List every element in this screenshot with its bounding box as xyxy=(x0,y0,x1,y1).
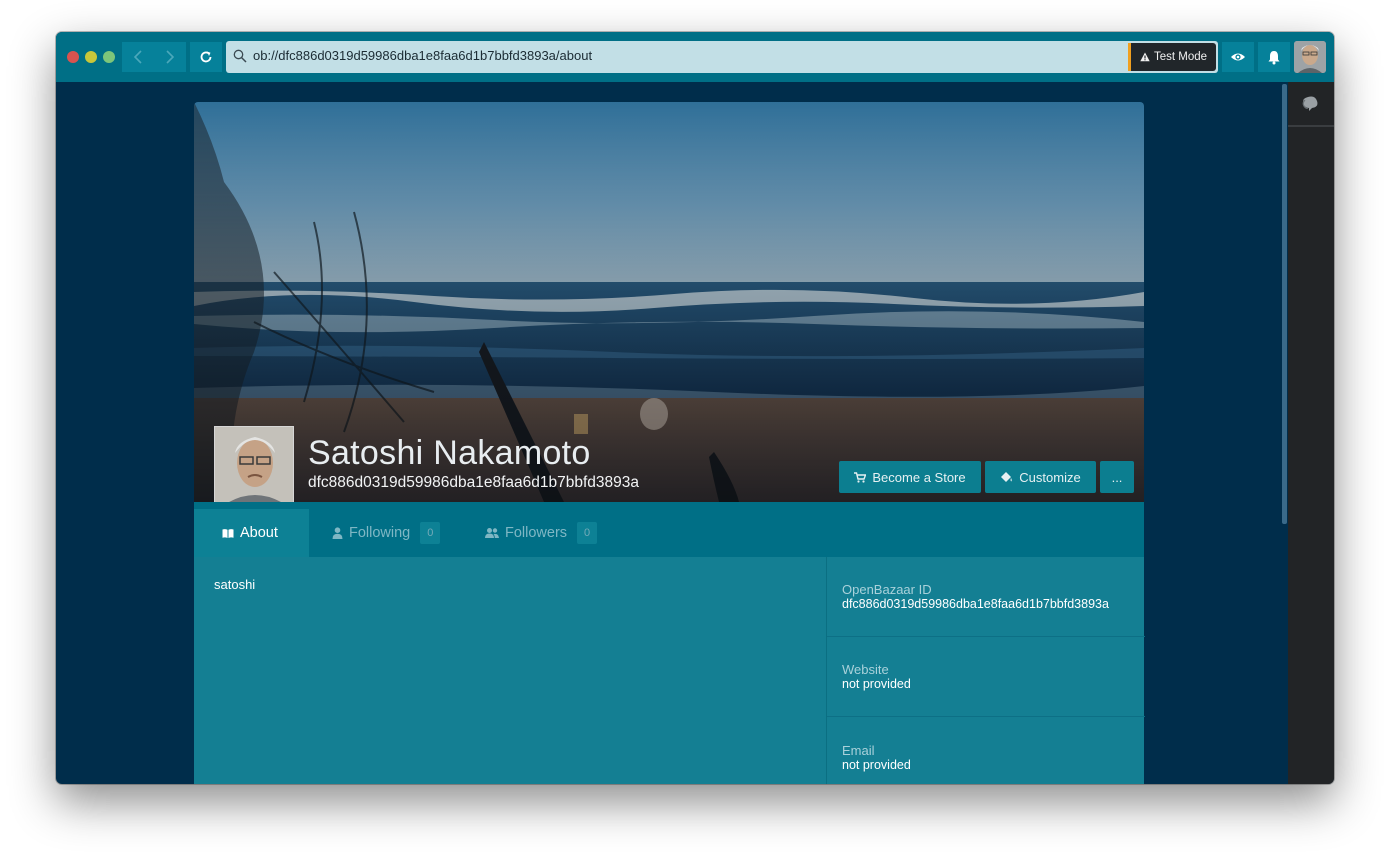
profile-header-banner: Satoshi Nakamoto dfc886d0319d59986dba1e8… xyxy=(194,102,1144,502)
test-mode-badge[interactable]: Test Mode xyxy=(1128,43,1216,71)
profile-name: Satoshi Nakamoto xyxy=(308,434,591,472)
about-text: satoshi xyxy=(214,577,256,592)
page-scrollbar[interactable] xyxy=(1282,84,1287,524)
become-store-button[interactable]: Become a Store xyxy=(839,461,981,493)
profile-peer-id: dfc886d0319d59986dba1e8faa6d1b7bbfd3893a xyxy=(308,474,640,491)
email-label: Email xyxy=(842,743,875,758)
website-label: Website xyxy=(842,662,889,677)
reload-button[interactable] xyxy=(190,42,222,72)
about-panel: satoshi xyxy=(194,557,826,784)
profile-details-panel: OpenBazaar ID dfc886d0319d59986dba1e8faa… xyxy=(826,557,1145,784)
avatar xyxy=(215,427,293,502)
tab-followers-label: Followers xyxy=(505,525,568,541)
notifications-button[interactable] xyxy=(1258,42,1290,72)
book-icon xyxy=(222,528,234,538)
openbazaar-id-section: OpenBazaar ID dfc886d0319d59986dba1e8faa… xyxy=(827,557,1145,637)
more-options-label: ... xyxy=(1111,469,1123,485)
become-store-label: Become a Store xyxy=(872,469,966,485)
top-bar: ob://dfc886d0319d59986dba1e8faa6d1b7bbfd… xyxy=(56,32,1334,82)
email-value: not provided xyxy=(842,758,911,772)
address-text[interactable]: ob://dfc886d0319d59986dba1e8faa6d1b7bbfd… xyxy=(253,48,592,63)
chat-sidebar xyxy=(1288,82,1334,784)
user-icon xyxy=(332,527,343,539)
tab-followers[interactable]: Followers 0 xyxy=(485,509,598,557)
cart-icon xyxy=(854,471,867,483)
address-bar[interactable]: ob://dfc886d0319d59986dba1e8faa6d1b7bbfd… xyxy=(226,41,1218,73)
minimize-window-button[interactable] xyxy=(85,51,97,63)
openbazaar-id-label: OpenBazaar ID xyxy=(842,582,932,597)
chat-button[interactable] xyxy=(1288,82,1334,127)
email-section: Email not provided xyxy=(827,718,1145,784)
followers-count-badge: 0 xyxy=(577,522,598,544)
avatar xyxy=(1294,41,1326,73)
paint-bucket-icon xyxy=(1001,472,1013,482)
maximize-window-button[interactable] xyxy=(103,51,115,63)
website-value: not provided xyxy=(842,677,911,691)
customize-button[interactable]: Customize xyxy=(985,461,1096,493)
bell-icon xyxy=(1268,50,1280,64)
tab-following[interactable]: Following 0 xyxy=(332,509,441,557)
following-count-badge: 0 xyxy=(420,522,441,544)
chevron-left-icon xyxy=(133,50,142,64)
website-section: Website not provided xyxy=(827,637,1145,717)
back-button[interactable] xyxy=(122,42,154,72)
openbazaar-id-value: dfc886d0319d59986dba1e8faa6d1b7bbfd3893a xyxy=(842,597,1109,611)
test-mode-label: Test Mode xyxy=(1153,51,1208,63)
users-icon xyxy=(485,528,499,538)
tab-following-label: Following xyxy=(349,525,411,541)
search-icon xyxy=(233,49,247,63)
eye-icon xyxy=(1231,53,1245,61)
profile-tabs: About Following 0 Followers 0 xyxy=(194,502,1144,557)
view-mode-button[interactable] xyxy=(1222,42,1254,72)
chevron-right-icon xyxy=(166,50,175,64)
more-options-button[interactable]: ... xyxy=(1100,461,1134,493)
tab-about[interactable]: About xyxy=(194,509,309,557)
warning-icon xyxy=(1140,52,1150,62)
profile-avatar[interactable] xyxy=(214,426,294,502)
customize-label: Customize xyxy=(1019,469,1081,485)
forward-button[interactable] xyxy=(154,42,186,72)
user-avatar-button[interactable] xyxy=(1294,41,1326,73)
close-window-button[interactable] xyxy=(67,51,79,63)
app-window: ob://dfc886d0319d59986dba1e8faa6d1b7bbfd… xyxy=(56,32,1334,784)
reload-icon xyxy=(200,51,212,63)
tab-about-label: About xyxy=(240,525,278,541)
profile-content: Satoshi Nakamoto dfc886d0319d59986dba1e8… xyxy=(194,102,1145,784)
chat-bubble-icon xyxy=(1302,96,1318,111)
